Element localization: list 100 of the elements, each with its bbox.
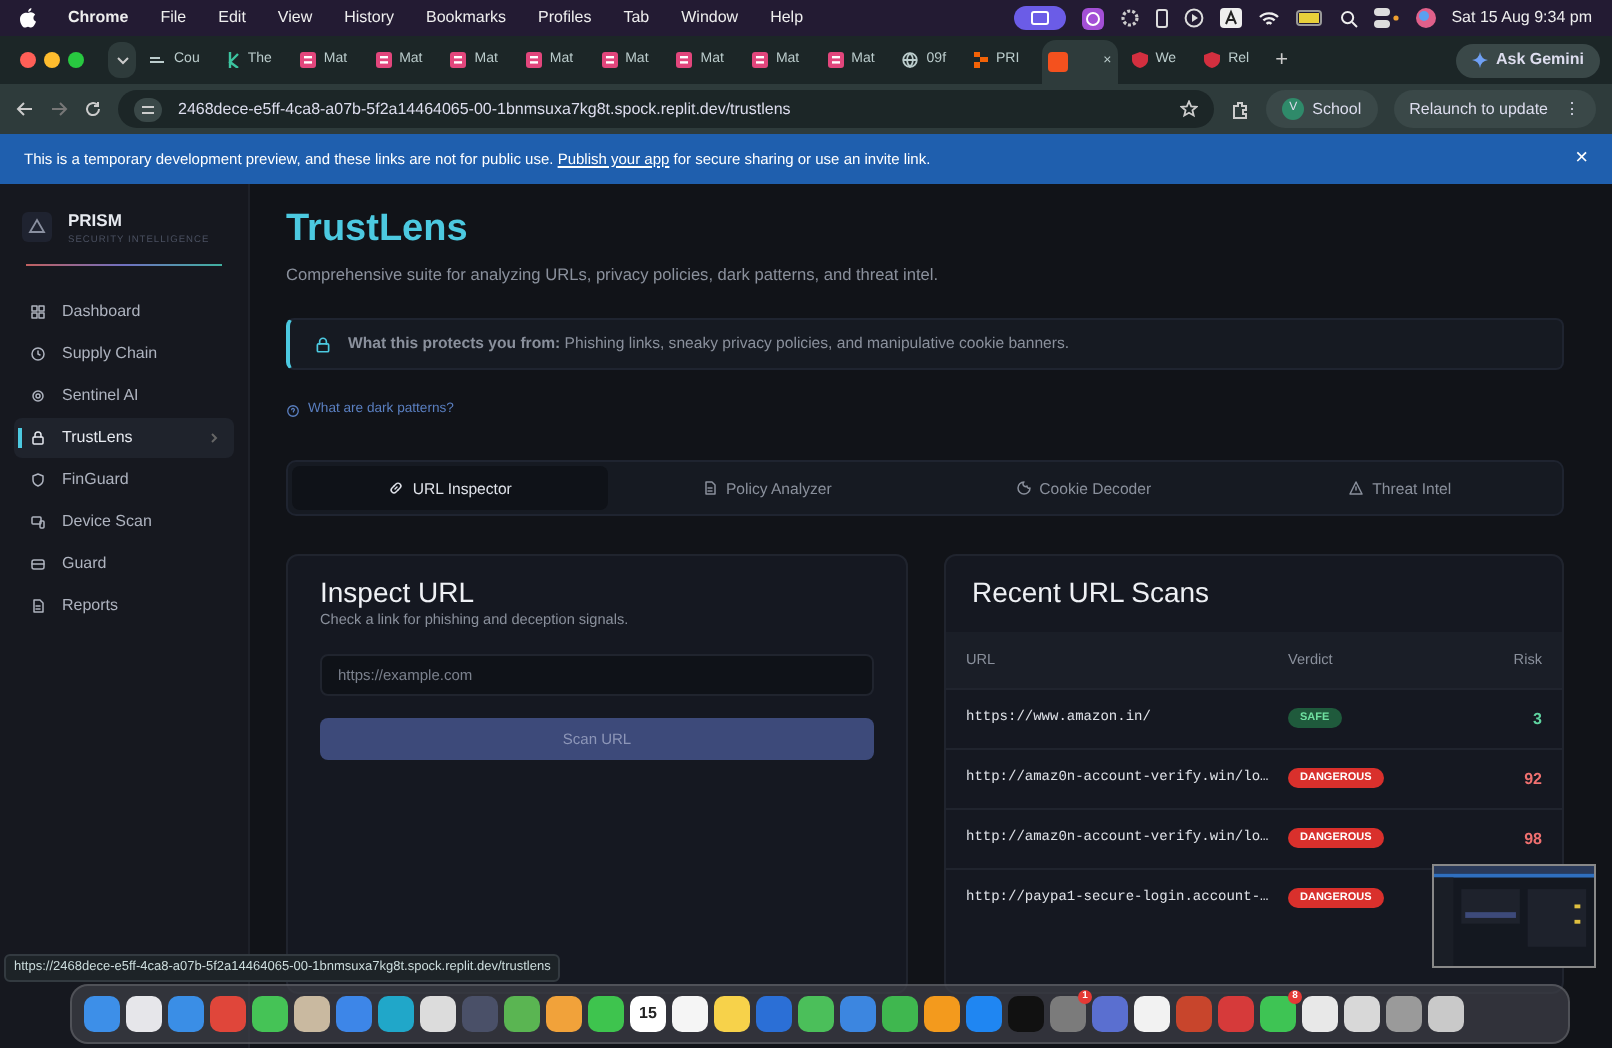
sidebar-item[interactable]: Reports [14, 585, 234, 626]
app-icon[interactable] [1302, 996, 1338, 1032]
sidebar-item[interactable]: FinGuard [14, 459, 234, 500]
devices-icon [30, 513, 46, 530]
screen-share-icon[interactable] [1013, 6, 1066, 30]
sidebar-item[interactable]: Device Scan [14, 501, 234, 542]
app-icon[interactable] [588, 996, 624, 1032]
extensions-icon[interactable] [1230, 99, 1251, 119]
wifi-icon[interactable] [1257, 9, 1280, 27]
lines-icon [150, 52, 166, 68]
page-subtitle: Comprehensive suite for analyzing URLs, privacy policies, dark patterns, and threat intel. [286, 261, 941, 287]
forward-icon[interactable] [50, 100, 68, 118]
close-window-button[interactable] [20, 52, 36, 68]
card-title: Inspect URL [320, 576, 477, 611]
address-bar[interactable]: 2468dece-e5ff-4ca8-a07b-5f2a14464065-00-1bnmsuxa7kg8t.spock.replit.dev/trustlens [118, 90, 1215, 128]
app-icon[interactable] [504, 996, 540, 1032]
minimize-window-button[interactable] [44, 52, 60, 68]
app-logo-icon [601, 52, 618, 68]
app-icon[interactable] [1134, 996, 1170, 1032]
risk-score: 3 [1533, 707, 1542, 732]
risk-score: 98 [1524, 827, 1542, 852]
calendar-date: 15 [639, 1002, 657, 1026]
bookmark-star-icon[interactable] [1180, 100, 1199, 118]
tab-search-button[interactable] [108, 42, 136, 78]
shield-icon [30, 471, 46, 488]
inbox-icon [30, 555, 46, 572]
logo-icon [22, 212, 52, 243]
brand-name: PRISM [68, 208, 124, 234]
menu-item[interactable]: File [160, 6, 187, 30]
app-icon[interactable] [882, 996, 918, 1032]
menubar-clock[interactable]: Sat 15 Aug 9:34 pm [1451, 6, 1592, 30]
app-icon[interactable] [924, 996, 960, 1032]
k-logo-icon [227, 52, 240, 68]
apple-logo-icon[interactable] [20, 8, 36, 28]
help-icon [286, 403, 300, 418]
app-icon[interactable] [420, 996, 456, 1032]
app-icon[interactable] [126, 996, 162, 1032]
app-logo-icon [751, 52, 768, 68]
site-info-icon[interactable] [134, 97, 162, 121]
menu-item[interactable]: Tab [623, 6, 650, 30]
clock-icon [30, 345, 46, 362]
menu-item[interactable]: Profiles [538, 6, 592, 30]
relaunch-button[interactable]: Relaunch to update ⋮ [1393, 90, 1596, 128]
risk-score: 92 [1524, 767, 1542, 792]
card-title: Recent URL Scans [970, 574, 1212, 613]
app-icon[interactable] [294, 996, 330, 1032]
shield-icon [1131, 52, 1148, 68]
lock-icon [314, 335, 332, 354]
sidebar-item[interactable]: TrustLens [14, 417, 234, 458]
sparkle-icon [1471, 52, 1488, 68]
app-logo-icon [676, 52, 693, 68]
app-icon[interactable] [252, 996, 288, 1032]
sidebar-item[interactable]: Supply Chain [14, 333, 234, 374]
battery-tool-icon[interactable] [1155, 8, 1168, 28]
timer-app-icon[interactable] [1081, 7, 1104, 29]
gear-icon[interactable] [1119, 8, 1140, 28]
chevron-down-icon [115, 55, 129, 65]
app-logo-icon [450, 52, 467, 68]
search-icon[interactable] [1339, 9, 1358, 27]
app-icon[interactable] [546, 996, 582, 1032]
input-source-icon[interactable] [1219, 8, 1242, 28]
sidebar-item[interactable]: Dashboard [14, 291, 234, 332]
app-icon[interactable] [1344, 996, 1380, 1032]
menu-item[interactable]: Bookmarks [426, 6, 507, 30]
shield-icon [1204, 52, 1221, 68]
menu-item[interactable]: History [344, 6, 395, 30]
back-icon[interactable] [16, 100, 34, 118]
menu-item[interactable]: Edit [218, 6, 246, 30]
cookie-icon [1015, 480, 1032, 497]
app-icon[interactable] [714, 996, 750, 1032]
app-icon[interactable]: 15 [630, 996, 666, 1032]
siri-icon[interactable] [1415, 8, 1436, 28]
link-icon [388, 480, 405, 497]
reload-icon[interactable] [84, 100, 102, 118]
control-center-icon[interactable] [1373, 8, 1400, 28]
globe-icon [902, 52, 919, 68]
close-button[interactable]: × [1575, 142, 1588, 176]
app-logo-icon [525, 52, 542, 68]
sidebar-item[interactable]: Sentinel AI [14, 375, 234, 416]
menu-item[interactable]: Window [681, 6, 739, 30]
app-menu[interactable]: Chrome [68, 6, 129, 30]
warning-icon [1348, 480, 1365, 497]
battery-icon[interactable] [1295, 10, 1324, 26]
ask-gemini-button[interactable]: Ask Gemini [1455, 43, 1600, 77]
app-logo-icon [299, 52, 316, 68]
play-icon[interactable] [1183, 8, 1204, 28]
menu-item[interactable]: Help [770, 6, 804, 30]
favicon-icon [1047, 52, 1068, 72]
zoom-window-button[interactable] [68, 52, 84, 68]
chevron-right-icon [210, 431, 218, 444]
document-icon [701, 480, 718, 497]
app-icon[interactable] [798, 996, 834, 1032]
app-icon[interactable] [1428, 996, 1464, 1032]
lock-icon [30, 429, 46, 446]
menu-item[interactable]: View [277, 6, 313, 30]
new-tab-button[interactable]: + [1275, 43, 1289, 77]
menu-icon[interactable]: ⋮ [1564, 97, 1580, 121]
sidebar-item[interactable]: Guard [14, 543, 234, 584]
document-icon [30, 597, 46, 614]
app-icon[interactable] [672, 996, 708, 1032]
